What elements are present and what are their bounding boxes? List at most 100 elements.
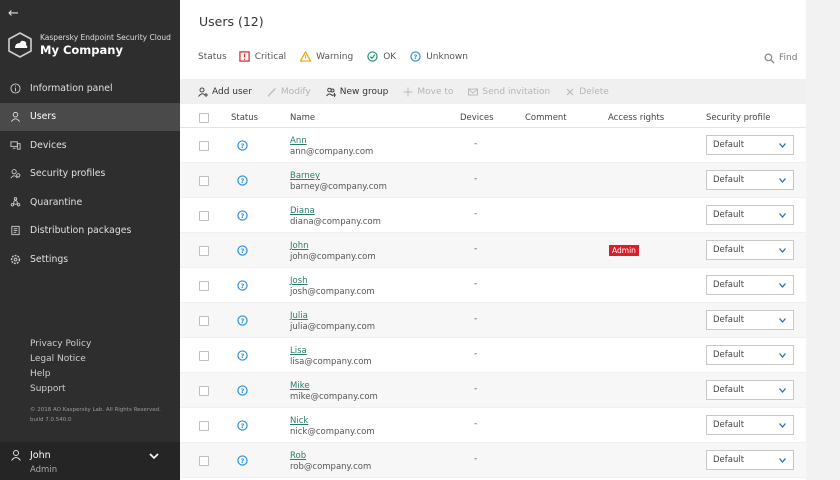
- row-checkbox[interactable]: [199, 316, 209, 326]
- legal-notice-link[interactable]: Legal Notice: [30, 352, 91, 367]
- delete-button[interactable]: Delete: [565, 87, 609, 97]
- security-profile-select[interactable]: Default: [706, 135, 794, 155]
- status-filter-warning[interactable]: Warning: [300, 51, 353, 62]
- table-row[interactable]: ? Julia julia@company.com - Default: [180, 303, 806, 338]
- status-filter-critical[interactable]: Critical: [239, 51, 286, 62]
- move-icon: [403, 87, 413, 96]
- user-name-link[interactable]: Mike: [290, 381, 310, 391]
- row-checkbox[interactable]: [199, 281, 209, 291]
- column-header-access-rights[interactable]: Access rights: [608, 113, 664, 123]
- column-header-devices[interactable]: Devices: [460, 113, 494, 123]
- search-icon[interactable]: [764, 53, 775, 64]
- privacy-policy-link[interactable]: Privacy Policy: [30, 337, 91, 352]
- access-rights-badge: Admin: [609, 245, 639, 256]
- security-profile-select[interactable]: Default: [706, 345, 794, 365]
- select-all-checkbox[interactable]: [199, 113, 209, 123]
- row-checkbox[interactable]: [199, 176, 209, 186]
- user-name-link[interactable]: Barney: [290, 171, 320, 181]
- row-checkbox[interactable]: [199, 141, 209, 151]
- chevron-down-icon[interactable]: [149, 452, 159, 460]
- user-name-link[interactable]: Nick: [290, 416, 308, 426]
- table-row[interactable]: ? John john@company.com - Admin Default: [180, 233, 806, 268]
- user-email: diana@company.com: [290, 217, 381, 227]
- security-profile-select[interactable]: Default: [706, 275, 794, 295]
- support-link[interactable]: Support: [30, 382, 91, 397]
- security-profile-select[interactable]: Default: [706, 240, 794, 260]
- status-filter-unknown[interactable]: ? Unknown: [410, 51, 468, 62]
- sidebar-item-settings[interactable]: Settings: [0, 245, 180, 274]
- status-filter-unknown-label: Unknown: [426, 51, 468, 62]
- security-profile-select[interactable]: Default: [706, 380, 794, 400]
- table-row[interactable]: ? Josh josh@company.com - Default: [180, 268, 806, 303]
- add-user-label: Add user: [212, 86, 252, 97]
- sidebar-item-information-panel[interactable]: Information panel: [0, 74, 180, 103]
- table-row[interactable]: ? Lisa lisa@company.com - Default: [180, 338, 806, 373]
- new-group-button[interactable]: New group: [325, 87, 388, 97]
- security-profile-select[interactable]: Default: [706, 415, 794, 435]
- sidebar-item-devices[interactable]: Devices: [0, 131, 180, 160]
- find-button[interactable]: Find: [779, 53, 797, 63]
- row-checkbox[interactable]: [199, 456, 209, 466]
- kaspersky-logo-icon: [8, 32, 32, 58]
- security-profile-select[interactable]: Default: [706, 450, 794, 470]
- row-checkbox[interactable]: [199, 211, 209, 221]
- status-filter-bar: Status Critical Warning OK ? Unknown: [198, 51, 482, 62]
- user-menu[interactable]: John Admin: [0, 442, 180, 480]
- table-row[interactable]: ? Ann ann@company.com - Default: [180, 128, 806, 163]
- security-profile-select[interactable]: Default: [706, 170, 794, 190]
- user-name-link[interactable]: Julia: [290, 311, 308, 321]
- users-table-body: ? Ann ann@company.com - Default? Barney barney…: [180, 128, 806, 478]
- row-checkbox[interactable]: [199, 351, 209, 361]
- table-row[interactable]: ? Rob rob@company.com - Default: [180, 443, 806, 478]
- table-row[interactable]: ? Nick nick@company.com - Default: [180, 408, 806, 443]
- table-row[interactable]: ? Mike mike@company.com - Default: [180, 373, 806, 408]
- status-filter-ok[interactable]: OK: [367, 51, 396, 62]
- user-name-link[interactable]: Josh: [290, 276, 308, 286]
- user-name-link[interactable]: John: [290, 241, 308, 251]
- column-header-comment[interactable]: Comment: [525, 113, 567, 123]
- user-devices: -: [474, 174, 478, 184]
- column-header-status[interactable]: Status: [231, 113, 258, 123]
- chevron-down-icon: [779, 178, 786, 183]
- sidebar-item-label: Security profiles: [30, 168, 106, 180]
- main-panel: Users (12) Status Critical Warning OK ? …: [180, 0, 806, 480]
- security-profile-select[interactable]: Default: [706, 205, 794, 225]
- help-link[interactable]: Help: [30, 367, 91, 382]
- sidebar-item-security-profiles[interactable]: Security profiles: [0, 160, 180, 189]
- table-row[interactable]: ? Barney barney@company.com - Default: [180, 163, 806, 198]
- column-header-name[interactable]: Name: [290, 113, 315, 123]
- security-profile-value: Default: [713, 140, 745, 150]
- send-invitation-button[interactable]: Send invitation: [468, 87, 550, 97]
- modify-button[interactable]: Modify: [267, 87, 311, 97]
- user-name-link[interactable]: Ann: [290, 136, 307, 146]
- sidebar-item-quarantine[interactable]: Quarantine: [0, 188, 180, 217]
- add-user-button[interactable]: Add user: [198, 87, 252, 97]
- security-profile-value: Default: [713, 385, 745, 395]
- page-title: Users (12): [199, 14, 264, 29]
- row-checkbox[interactable]: [199, 386, 209, 396]
- security-profile-select[interactable]: Default: [706, 310, 794, 330]
- row-checkbox[interactable]: [199, 421, 209, 431]
- row-checkbox[interactable]: [199, 246, 209, 256]
- sidebar-item-users[interactable]: Users: [0, 102, 180, 131]
- user-name-link[interactable]: Diana: [290, 206, 315, 216]
- user-role: Admin: [30, 465, 58, 475]
- user-devices: -: [474, 139, 478, 149]
- svg-text:?: ?: [241, 457, 245, 465]
- move-to-button[interactable]: Move to: [403, 87, 453, 97]
- back-arrow-icon[interactable]: ←: [8, 6, 19, 21]
- status-filter-label: Status: [198, 51, 227, 62]
- user-email: barney@company.com: [290, 182, 387, 192]
- sidebar-item-label: Settings: [30, 253, 69, 265]
- column-header-security-profile[interactable]: Security profile: [706, 113, 770, 123]
- build-version: build 7.0.540.0: [30, 417, 72, 423]
- user-name-link[interactable]: Rob: [290, 451, 306, 461]
- sidebar-item-label: Information panel: [30, 82, 113, 94]
- user-email: mike@company.com: [290, 392, 378, 402]
- chevron-down-icon: [779, 143, 786, 148]
- user-name-link[interactable]: Lisa: [290, 346, 307, 356]
- svg-text:?: ?: [241, 352, 245, 360]
- sidebar-item-distribution-packages[interactable]: Distribution packages: [0, 217, 180, 246]
- sidebar-item-label: Devices: [30, 139, 67, 151]
- table-row[interactable]: ? Diana diana@company.com - Default: [180, 198, 806, 233]
